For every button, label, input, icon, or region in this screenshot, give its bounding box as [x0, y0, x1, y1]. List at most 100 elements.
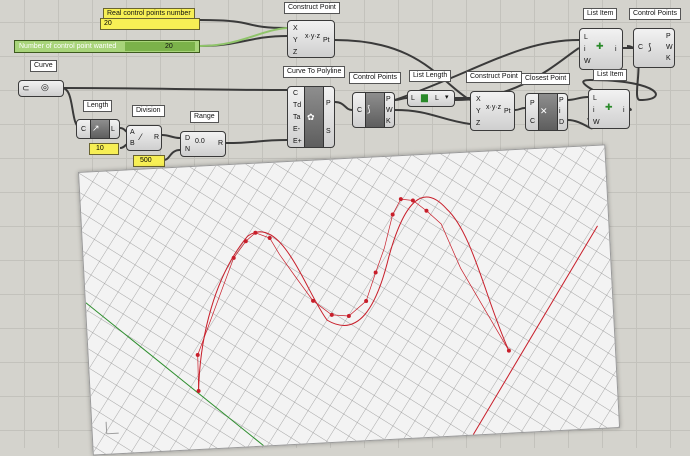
cp1-port-y[interactable]: Y: [293, 37, 298, 45]
ll-port-l-in[interactable]: L: [411, 95, 415, 103]
cpts2-port-w[interactable]: W: [666, 44, 673, 52]
slider-value: 20: [165, 43, 173, 50]
range-port-n[interactable]: N: [185, 146, 190, 154]
curve-knot-icon: ◎: [41, 82, 49, 92]
real-count-value: 20: [104, 20, 112, 27]
ctp-port-s[interactable]: S: [326, 128, 331, 136]
construct-point-1-title: Construct Point: [284, 2, 340, 14]
list-item-2-title: List Item: [593, 69, 628, 81]
clp-port-i[interactable]: i: [559, 108, 561, 116]
ctp-port-td[interactable]: Td: [293, 102, 301, 110]
clp-port-c[interactable]: C: [530, 118, 535, 126]
curve-param-icon: ⊂: [22, 83, 30, 93]
ll-port-l-out[interactable]: L: [435, 95, 439, 103]
length-value: 10: [96, 145, 104, 152]
curve-component[interactable]: ⊂ ◎: [18, 80, 64, 97]
slider-track[interactable]: [125, 42, 195, 51]
control-points-2[interactable]: C ⟆ P W K: [633, 28, 675, 68]
cp2-port-z[interactable]: Z: [476, 120, 480, 128]
li2-port-l[interactable]: L: [593, 95, 597, 103]
range-port-r[interactable]: R: [218, 140, 223, 148]
cpts1-port-w[interactable]: W: [386, 107, 393, 115]
cpts2-port-c[interactable]: C: [638, 44, 643, 52]
rhino-viewport[interactable]: [77, 144, 621, 456]
length-component[interactable]: C ↗ L: [76, 119, 120, 139]
construct-point-1[interactable]: X Y Z x·y·z Pt: [287, 20, 335, 58]
li2-port-out[interactable]: i: [623, 107, 625, 115]
li1-port-w[interactable]: W: [584, 58, 591, 66]
list-item-2-icon: ✚: [605, 102, 613, 112]
slider-label: Number of control point wanted: [19, 43, 117, 50]
curve-to-polyline[interactable]: C Td Ta E- E+ ✿ P S: [287, 86, 335, 148]
range-icon: 0.0: [195, 138, 205, 145]
length-icon: ↗: [92, 123, 100, 133]
ctp-port-p[interactable]: P: [326, 100, 331, 108]
cp1-port-z[interactable]: Z: [293, 49, 297, 57]
cp1-port-pt[interactable]: Pt: [323, 37, 330, 45]
closest-point-icon: ✕: [540, 106, 548, 116]
cp1-xyz-icon: x·y·z: [305, 33, 321, 40]
clp-port-p-out[interactable]: P: [559, 97, 564, 105]
control-points-1-title: Control Points: [349, 72, 401, 84]
viewport-drawing: [79, 145, 620, 455]
length-value-panel[interactable]: 10: [89, 143, 119, 155]
curve-to-polyline-title: Curve To Polyline: [283, 66, 346, 78]
division-port-r[interactable]: R: [154, 134, 159, 142]
division-component[interactable]: A B ⁄ R: [126, 125, 162, 151]
length-port-l[interactable]: L: [111, 126, 115, 134]
real-count-panel[interactable]: 20: [100, 18, 200, 30]
construct-point-2-title: Construct Point: [466, 71, 522, 83]
cp2-port-pt[interactable]: Pt: [504, 108, 511, 116]
list-item-1[interactable]: L i W ✚ i: [579, 28, 623, 70]
list-length[interactable]: L ▆ L ▾: [407, 90, 455, 107]
construct-point-2[interactable]: X Y Z x·y·z Pt: [470, 91, 515, 131]
division-value-panel[interactable]: 500: [133, 155, 165, 167]
cp2-xyz-icon: x·y·z: [486, 104, 502, 111]
li1-port-i[interactable]: i: [584, 46, 586, 54]
cp1-port-x[interactable]: X: [293, 25, 298, 33]
list-item-1-title: List Item: [583, 8, 618, 20]
li2-port-w[interactable]: W: [593, 119, 600, 127]
control-points-2-title: Control Points: [629, 8, 681, 20]
control-points-icon: ⟆: [367, 104, 371, 114]
cpts1-port-p[interactable]: P: [386, 96, 391, 104]
closest-point[interactable]: P C ✕ P i D: [525, 93, 568, 131]
closest-point-title: Closest Point: [521, 73, 571, 85]
polyline-icon: ✿: [307, 112, 315, 122]
division-title: Division: [132, 105, 165, 117]
ctp-port-eplus[interactable]: E+: [293, 138, 302, 146]
division-port-b[interactable]: B: [130, 140, 135, 148]
length-port-c[interactable]: C: [81, 126, 86, 134]
list-length-icon: ▆: [421, 92, 428, 102]
division-icon: ⁄: [140, 132, 142, 142]
cp2-port-y[interactable]: Y: [476, 108, 481, 116]
li2-port-i[interactable]: i: [593, 107, 595, 115]
ctp-port-ta[interactable]: Ta: [293, 114, 300, 122]
list-item-2[interactable]: L i W ✚ i: [588, 89, 630, 129]
length-title: Length: [83, 100, 113, 112]
cpts1-port-k[interactable]: K: [386, 118, 391, 126]
construction-plane-grid: [79, 145, 620, 455]
li1-port-l[interactable]: L: [584, 34, 588, 42]
li1-port-out[interactable]: i: [615, 46, 617, 54]
range-port-d[interactable]: D: [185, 135, 190, 143]
cp2-port-x[interactable]: X: [476, 96, 481, 104]
curve-title: Curve: [30, 60, 57, 72]
division-value: 500: [140, 157, 152, 164]
cpts2-port-k[interactable]: K: [666, 55, 671, 63]
list-length-title: List Length: [409, 70, 452, 82]
clp-port-d[interactable]: D: [559, 119, 564, 127]
control-points-2-icon: ⟆: [648, 42, 652, 52]
clp-port-p-in[interactable]: P: [530, 100, 535, 108]
range-component[interactable]: D N 0.0 R: [180, 131, 226, 157]
ctp-port-c[interactable]: C: [293, 90, 298, 98]
control-points-1[interactable]: C ⟆ P W K: [352, 92, 395, 128]
dropdown-icon[interactable]: ▾: [445, 93, 449, 101]
list-item-icon: ✚: [596, 41, 604, 51]
range-title: Range: [190, 111, 219, 123]
cpts2-port-p[interactable]: P: [666, 33, 671, 41]
cpts1-port-c[interactable]: C: [357, 107, 362, 115]
division-port-a[interactable]: A: [130, 129, 135, 137]
control-point-slider[interactable]: Number of control point wanted 20: [14, 40, 200, 53]
ctp-port-eminus[interactable]: E-: [293, 126, 300, 134]
